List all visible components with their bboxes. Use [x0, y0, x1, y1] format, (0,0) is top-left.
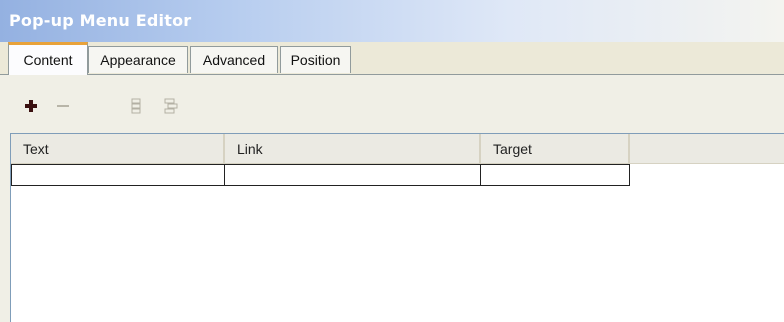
title-bar: Pop-up Menu Editor	[0, 0, 784, 42]
table-header: Text Link Target	[11, 134, 784, 164]
window-title: Pop-up Menu Editor	[9, 11, 192, 30]
column-header-text[interactable]: Text	[11, 134, 225, 163]
tab-label: Appearance	[100, 52, 176, 68]
tab-label: Advanced	[202, 52, 266, 68]
tab-content[interactable]: Content	[8, 42, 88, 75]
move-down-icon	[164, 98, 178, 114]
minus-icon	[57, 105, 69, 107]
tab-strip: Content Appearance Advanced Position	[0, 42, 784, 75]
tab-position[interactable]: Position	[280, 46, 351, 73]
tab-advanced[interactable]: Advanced	[190, 46, 278, 73]
plus-icon	[25, 100, 37, 112]
move-down-button[interactable]	[160, 95, 182, 117]
tab-appearance[interactable]: Appearance	[88, 46, 188, 73]
toolbar	[0, 75, 784, 133]
move-up-icon	[131, 98, 141, 114]
tab-label: Position	[290, 52, 341, 68]
column-header-target[interactable]: Target	[481, 134, 630, 163]
tab-label: Content	[23, 52, 73, 68]
add-item-button[interactable]	[20, 95, 42, 117]
table-cell-target[interactable]	[480, 164, 630, 186]
table-cell-text[interactable]	[11, 164, 225, 186]
move-up-button[interactable]	[125, 95, 147, 117]
content-panel: Text Link Target	[0, 75, 784, 322]
menu-items-table: Text Link Target	[10, 133, 784, 322]
column-header-link[interactable]: Link	[225, 134, 481, 163]
table-cell-link[interactable]	[224, 164, 481, 186]
remove-item-button[interactable]	[52, 95, 74, 117]
